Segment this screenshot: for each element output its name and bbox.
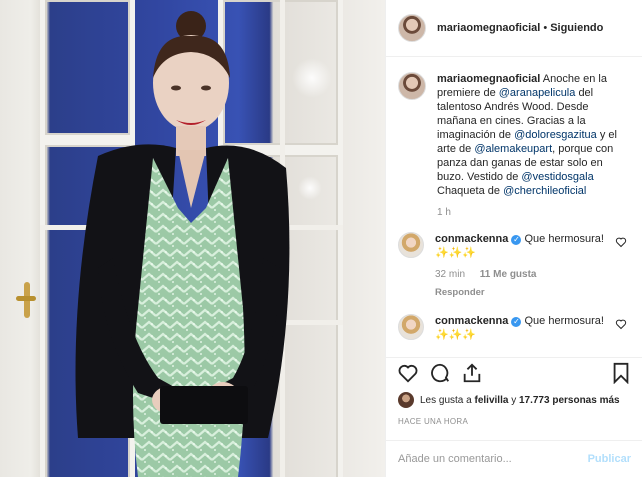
likes-prefix: Les gusta a	[420, 394, 472, 406]
author-username[interactable]: mariaomegnaoficial	[437, 22, 540, 34]
likes-middle: y	[511, 394, 517, 406]
heart-icon[interactable]	[615, 236, 627, 248]
post-sidebar: mariaomegnaoficial • Siguiendo mariaomegna…	[385, 0, 642, 477]
author-avatar[interactable]	[398, 14, 426, 42]
light-glare	[292, 58, 332, 98]
caption-avatar[interactable]	[398, 72, 426, 100]
commenter-avatar[interactable]	[398, 232, 424, 258]
publish-button[interactable]: Publicar	[588, 453, 631, 465]
heart-icon[interactable]	[615, 318, 627, 330]
header-text: mariaomegnaoficial • Siguiendo	[437, 22, 603, 34]
mention-link[interactable]: @doloresgazitua	[514, 129, 597, 141]
speech-bubble-icon	[431, 363, 450, 382]
comment-body: conmackenna ✓ Que hermosura! ✨✨✨ 32 min …	[435, 232, 617, 300]
share-upload-icon	[463, 362, 481, 382]
likes-count[interactable]: 17.773 personas más	[519, 395, 620, 406]
verified-badge-icon: ✓	[511, 317, 522, 327]
mention-link[interactable]: @aranapelicula	[499, 87, 576, 99]
comment-meta: 32 min 11 Me gusta	[435, 268, 617, 282]
mention-link[interactable]: @vestidosgala	[521, 171, 593, 183]
woman-portrait	[75, 11, 290, 477]
comment-likes[interactable]: 11 Me gusta	[480, 269, 537, 280]
liker-avatar[interactable]	[398, 392, 414, 408]
comment-item: conmackenna ✓ Que hermosura! ✨✨✨	[398, 314, 631, 342]
follow-status-button[interactable]: Siguiendo	[550, 22, 603, 34]
caption-body: mariaomegnaoficial Anoche en la premiere…	[437, 72, 619, 220]
action-bar	[386, 357, 642, 387]
comment-item: conmackenna ✓ Que hermosura! ✨✨✨ 32 min …	[398, 232, 631, 300]
post-header: mariaomegnaoficial • Siguiendo	[386, 0, 642, 57]
share-button[interactable]	[460, 361, 484, 385]
header-separator: •	[543, 22, 548, 34]
heart-icon	[398, 364, 418, 383]
mention-link[interactable]: @alemakeupart	[474, 143, 552, 155]
door-handle-icon	[16, 282, 36, 318]
commenter-username[interactable]: conmackenna	[435, 315, 508, 327]
verified-badge-icon: ✓	[511, 235, 522, 245]
comment-button[interactable]	[428, 361, 452, 385]
comment-body: conmackenna ✓ Que hermosura! ✨✨✨	[435, 314, 617, 342]
comment-input[interactable]	[398, 453, 588, 465]
add-comment-bar: Publicar	[386, 440, 642, 477]
caption-text: Chaqueta de	[437, 185, 500, 197]
caption-username[interactable]: mariaomegnaoficial	[437, 73, 540, 85]
reply-button[interactable]: Responder	[435, 286, 617, 300]
caption-age[interactable]: 1 h	[437, 207, 451, 218]
instagram-post-view: mariaomegnaoficial • Siguiendo mariaomegna…	[0, 0, 642, 477]
mention-link[interactable]: @cherchileoficial	[503, 185, 586, 197]
likes-summary: Les gusta a felivilla y 17.773 personas …	[398, 392, 620, 408]
save-button[interactable]	[609, 361, 633, 385]
caption-meta: 1 h	[437, 206, 619, 220]
comment-age[interactable]: 32 min	[435, 269, 465, 280]
comments-list[interactable]: mariaomegnaoficial Anoche en la premiere…	[386, 58, 642, 356]
liker-username[interactable]: felivilla	[475, 395, 509, 406]
post-photo[interactable]	[0, 0, 385, 477]
caption-comment: mariaomegnaoficial Anoche en la premiere…	[398, 72, 631, 220]
light-glare	[298, 176, 322, 200]
post-timestamp[interactable]: HACE UNA HORA	[398, 417, 468, 426]
bookmark-icon	[613, 362, 629, 384]
like-button[interactable]	[396, 361, 420, 385]
commenter-username[interactable]: conmackenna	[435, 233, 508, 245]
commenter-avatar[interactable]	[398, 314, 424, 340]
